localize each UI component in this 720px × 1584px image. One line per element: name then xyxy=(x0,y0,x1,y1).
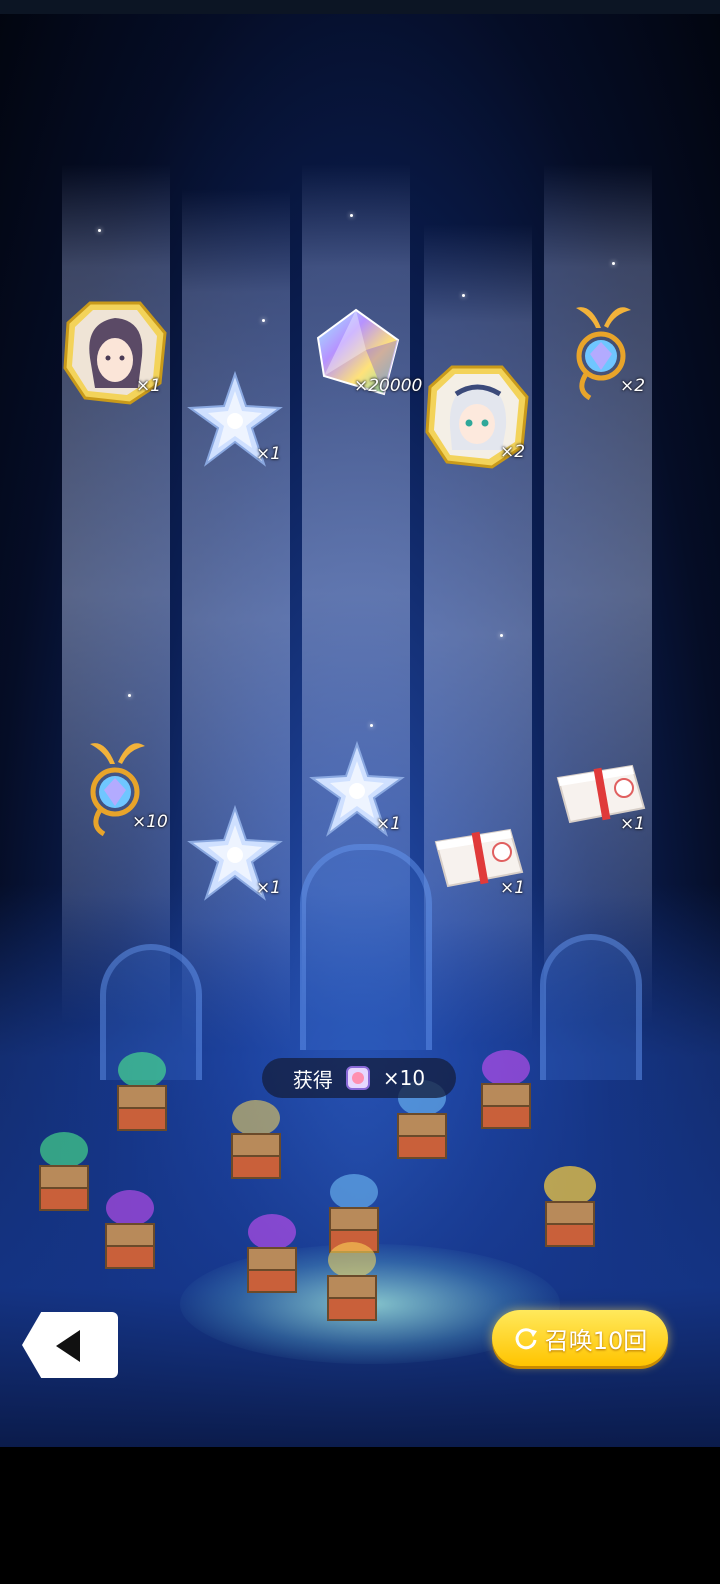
gacha-result-screen: ×1 ×1 ×20000 ×2 ×2 ×10 ×1 ×1 ×1 ×1 获得 ×1… xyxy=(0,0,720,1584)
treasure-chest xyxy=(242,1210,302,1296)
reward-crystal-star[interactable]: ×1 xyxy=(302,736,412,846)
sparkle xyxy=(370,724,373,727)
treasure-chest xyxy=(34,1128,94,1214)
reward-character-portrait[interactable]: ×1 xyxy=(60,298,170,408)
gothic-window xyxy=(300,844,432,1050)
sparkle xyxy=(500,634,503,637)
summon-10-button[interactable]: 召唤10回 xyxy=(492,1310,668,1366)
chest-icon xyxy=(105,1190,155,1269)
chest-icon xyxy=(39,1132,89,1211)
gothic-window xyxy=(540,934,642,1080)
treasure-chest xyxy=(322,1238,382,1324)
reward-quantity: ×1 xyxy=(376,814,402,834)
refresh-icon xyxy=(515,1328,537,1350)
summon-10-label: 召唤10回 xyxy=(544,1326,648,1355)
navigation-bar-area xyxy=(0,1447,720,1584)
treasure-chest xyxy=(476,1046,536,1132)
chest-icon xyxy=(247,1214,297,1293)
reward-quantity: ×1 xyxy=(136,376,162,396)
obtained-count: ×10 xyxy=(382,1066,426,1090)
treasure-chest xyxy=(112,1048,172,1134)
reward-golden-orb-charm[interactable]: ×2 xyxy=(546,298,656,408)
reward-quantity: ×2 xyxy=(500,442,526,462)
reward-quantity: ×20000 xyxy=(354,376,423,396)
reward-crystal-star[interactable]: ×1 xyxy=(180,366,290,476)
obtained-banner: 获得 ×10 xyxy=(262,1058,456,1098)
sparkle xyxy=(350,214,353,217)
reward-quantity: ×2 xyxy=(620,376,646,396)
reward-quantity: ×1 xyxy=(500,878,526,898)
status-bar xyxy=(0,0,720,14)
obtained-label: 获得 xyxy=(292,1067,333,1092)
reward-quantity: ×1 xyxy=(620,814,646,834)
back-arrow-icon xyxy=(56,1330,80,1362)
reward-quantity: ×1 xyxy=(256,444,282,464)
reward-gift-box[interactable]: ×1 xyxy=(546,738,656,848)
reward-gift-box[interactable]: ×1 xyxy=(424,802,534,912)
chest-icon xyxy=(327,1242,377,1321)
summon-ticket-icon xyxy=(345,1066,370,1090)
sparkle xyxy=(98,229,101,232)
reward-crystal-star[interactable]: ×1 xyxy=(180,800,290,910)
reward-golden-orb-charm[interactable]: ×10 xyxy=(60,734,170,844)
chest-icon xyxy=(481,1050,531,1129)
sparkle xyxy=(128,694,131,697)
treasure-chest xyxy=(540,1164,600,1250)
reward-quantity: ×10 xyxy=(132,812,168,832)
sparkle xyxy=(462,294,465,297)
reward-prism-gem[interactable]: ×20000 xyxy=(306,302,422,412)
sparkle xyxy=(612,262,615,265)
sparkle xyxy=(262,319,265,322)
reward-character-portrait[interactable]: ×2 xyxy=(422,362,532,472)
treasure-chest xyxy=(226,1096,286,1182)
reward-quantity: ×1 xyxy=(256,878,282,898)
chest-icon xyxy=(544,1166,596,1247)
chest-icon xyxy=(117,1052,167,1131)
treasure-chest xyxy=(100,1186,160,1272)
chest-icon xyxy=(231,1100,281,1179)
